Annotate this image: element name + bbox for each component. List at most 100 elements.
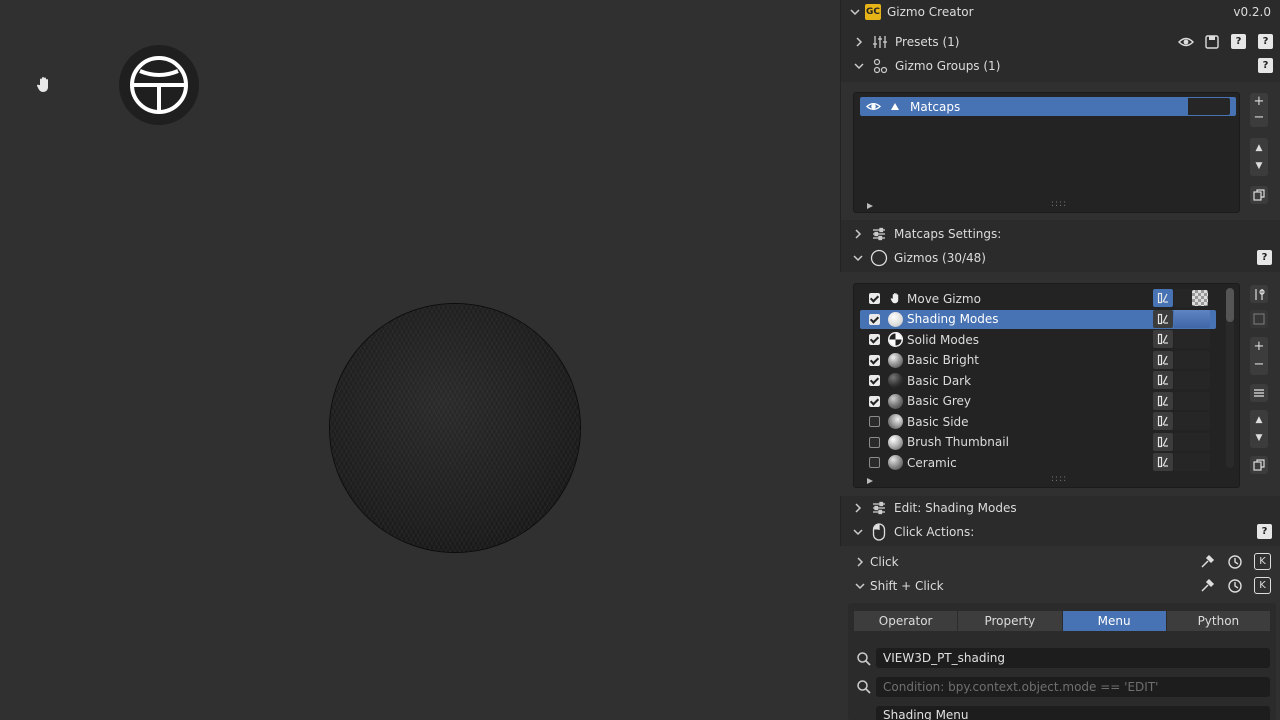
checker-preview-icon bbox=[1192, 290, 1208, 306]
scrollbar-track[interactable] bbox=[1226, 288, 1234, 468]
hand-icon[interactable] bbox=[33, 74, 55, 96]
chevron-right-icon[interactable] bbox=[850, 500, 866, 516]
sphere-mesh[interactable] bbox=[330, 304, 580, 552]
search-icon bbox=[856, 651, 872, 667]
click-row[interactable]: Click K bbox=[840, 550, 1280, 574]
edit-shading-section[interactable]: Edit: Shading Modes bbox=[840, 496, 1280, 520]
edit-gizmo-button[interactable] bbox=[1153, 309, 1173, 328]
condition-input[interactable] bbox=[876, 677, 1270, 697]
history-icon[interactable] bbox=[1227, 554, 1243, 573]
edit-gizmo-button[interactable] bbox=[1153, 289, 1173, 307]
keyboard-shortcut-icon[interactable]: K bbox=[1254, 577, 1271, 594]
eyedropper-icon[interactable] bbox=[1199, 578, 1215, 597]
gizmo-checkbox[interactable] bbox=[869, 416, 880, 427]
menu-lines-button[interactable] bbox=[1250, 384, 1268, 402]
chevron-right-icon[interactable] bbox=[852, 554, 868, 570]
edit-gizmo-button[interactable] bbox=[1153, 371, 1173, 389]
group-field[interactable] bbox=[1188, 98, 1230, 115]
matcaps-settings-section[interactable]: Matcaps Settings: bbox=[840, 222, 1280, 246]
gizmo-preview-slot[interactable] bbox=[1174, 330, 1210, 348]
gizmo-checkbox[interactable] bbox=[869, 293, 880, 304]
remove-gizmo-button[interactable]: − bbox=[1254, 356, 1265, 374]
keyboard-shortcut-icon[interactable]: K bbox=[1254, 553, 1271, 570]
tab-property[interactable]: Property bbox=[958, 611, 1062, 631]
gizmo-checkbox[interactable] bbox=[869, 354, 880, 366]
help-icon[interactable]: ? bbox=[1258, 34, 1273, 49]
gizmo-name: Basic Dark bbox=[907, 373, 972, 388]
export-icon[interactable]: ? bbox=[1231, 34, 1246, 49]
add-gizmo-special-button[interactable] bbox=[1250, 285, 1268, 303]
edit-gizmo-button[interactable] bbox=[1153, 432, 1173, 451]
chevron-right-icon[interactable] bbox=[850, 226, 866, 242]
chevron-down-icon[interactable] bbox=[850, 250, 866, 266]
save-icon[interactable] bbox=[1204, 34, 1220, 53]
presets-section[interactable]: Presets (1) ? ? bbox=[841, 30, 1280, 54]
gizmo-preview-slot[interactable] bbox=[1174, 391, 1210, 410]
scrollbar-thumb[interactable] bbox=[1226, 288, 1234, 322]
duplicate-gizmo-button[interactable] bbox=[1250, 456, 1268, 474]
gizmo-checkbox[interactable] bbox=[869, 457, 880, 468]
remove-group-button[interactable]: − bbox=[1254, 110, 1265, 126]
eyedropper-icon[interactable] bbox=[1199, 554, 1215, 573]
panel-header[interactable]: GC Gizmo Creator v0.2.0 bbox=[841, 0, 1280, 24]
help-icon[interactable]: ? bbox=[1258, 58, 1273, 73]
chevron-down-icon[interactable] bbox=[851, 58, 867, 74]
gizmo-preview-slot[interactable] bbox=[1174, 453, 1210, 471]
save-gizmo-button[interactable] bbox=[1250, 310, 1268, 328]
add-gizmo-button[interactable]: + bbox=[1254, 338, 1265, 356]
resize-grip-icon[interactable]: :::: bbox=[1051, 474, 1067, 484]
gizmo-preview-slot[interactable] bbox=[1174, 309, 1210, 328]
edit-gizmo-button[interactable] bbox=[1153, 453, 1173, 471]
gizmo-checkbox[interactable] bbox=[869, 395, 880, 407]
eye-icon[interactable] bbox=[866, 99, 881, 114]
help-icon[interactable]: ? bbox=[1257, 250, 1272, 265]
move-down-button[interactable]: ▼ bbox=[1256, 157, 1263, 175]
eye-icon[interactable] bbox=[1178, 34, 1194, 53]
gizmo-name: Basic Side bbox=[907, 414, 969, 429]
click-label: Click bbox=[870, 555, 899, 569]
tab-operator[interactable]: Operator bbox=[854, 611, 958, 631]
chevron-right-icon[interactable] bbox=[851, 34, 867, 50]
click-actions-section[interactable]: Click Actions: ? bbox=[840, 520, 1280, 544]
gizmo-preview-slot[interactable] bbox=[1174, 289, 1210, 307]
gizmo-preview-slot[interactable] bbox=[1174, 412, 1210, 430]
help-icon[interactable]: ? bbox=[1257, 524, 1272, 539]
gizmo-checkbox[interactable] bbox=[869, 375, 880, 386]
gizmo-name: Basic Bright bbox=[907, 353, 980, 367]
edit-gizmo-button[interactable] bbox=[1153, 412, 1173, 430]
tab-python[interactable]: Python bbox=[1166, 611, 1270, 631]
menu-id-field[interactable]: VIEW3D_PT_shading bbox=[876, 648, 1270, 668]
chevron-down-icon[interactable] bbox=[847, 4, 863, 20]
chevron-down-icon[interactable] bbox=[850, 524, 866, 540]
list-item[interactable]: Matcaps bbox=[860, 97, 1236, 116]
gizmo-checkbox[interactable] bbox=[869, 436, 880, 448]
duplicate-group-button[interactable] bbox=[1250, 186, 1268, 204]
edit-gizmo-button[interactable] bbox=[1153, 350, 1173, 369]
gizmo-checkbox[interactable] bbox=[869, 313, 880, 325]
gizmo-checkbox[interactable] bbox=[869, 334, 880, 345]
gizmo-groups-section[interactable]: Gizmo Groups (1) ? bbox=[841, 54, 1280, 78]
expand-triangle-icon[interactable] bbox=[866, 199, 874, 213]
chevron-down-icon[interactable] bbox=[852, 578, 868, 594]
tab-menu[interactable]: Menu bbox=[1062, 611, 1166, 631]
history-icon[interactable] bbox=[1227, 578, 1243, 597]
move-up-button[interactable]: ▲ bbox=[1256, 139, 1263, 157]
shift-click-label: Shift + Click bbox=[870, 579, 944, 593]
expand-triangle-icon[interactable] bbox=[866, 474, 874, 488]
gizmo-preview-slot[interactable] bbox=[1174, 432, 1210, 451]
label-field[interactable]: Shading Menu bbox=[876, 706, 1270, 720]
edit-gizmo-button[interactable] bbox=[1153, 330, 1173, 348]
shift-click-row[interactable]: Shift + Click K bbox=[840, 574, 1280, 598]
gizmo-preview-slot[interactable] bbox=[1174, 371, 1210, 389]
3d-viewport[interactable] bbox=[0, 0, 840, 720]
globe-icon[interactable] bbox=[119, 45, 199, 125]
move-down-button[interactable]: ▼ bbox=[1256, 429, 1263, 447]
settings-sliders-icon bbox=[870, 499, 888, 517]
add-group-button[interactable]: + bbox=[1254, 94, 1265, 110]
move-up-button[interactable]: ▲ bbox=[1256, 411, 1263, 429]
resize-grip-icon[interactable]: :::: bbox=[1051, 199, 1067, 209]
gizmo-preview-slot[interactable] bbox=[1174, 350, 1210, 369]
gizmos-section[interactable]: Gizmos (30/48) ? bbox=[840, 246, 1280, 270]
edit-gizmo-button[interactable] bbox=[1153, 391, 1173, 410]
gizmo-name: Move Gizmo bbox=[907, 291, 981, 306]
